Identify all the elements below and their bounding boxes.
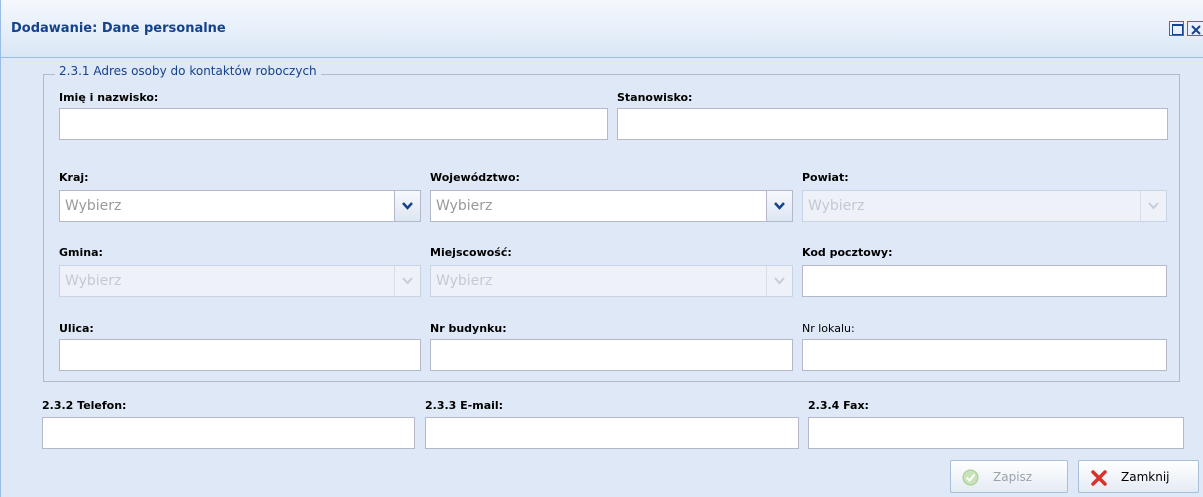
position-input[interactable] — [617, 108, 1168, 140]
building-number-input[interactable] — [430, 339, 793, 371]
country-label: Kraj: — [59, 171, 89, 184]
save-button-label: Zapisz — [993, 470, 1033, 484]
close-icon[interactable] — [1187, 21, 1203, 36]
dialog-titlebar[interactable]: Dodawanie: Dane personalne — [1, 0, 1203, 58]
email-input[interactable] — [425, 417, 799, 449]
building-number-label: Nr budynku: — [430, 322, 507, 335]
country-combo[interactable]: Wybierz — [59, 190, 421, 222]
locality-combo-value: Wybierz — [436, 273, 493, 289]
commune-combo-value: Wybierz — [65, 273, 122, 289]
chevron-down-icon[interactable] — [766, 191, 792, 221]
voivodeship-combo[interactable]: Wybierz — [430, 190, 793, 222]
maximize-icon[interactable] — [1169, 21, 1184, 36]
red-x-icon — [1090, 469, 1108, 490]
voivodeship-label: Województwo: — [430, 171, 520, 184]
fax-input[interactable] — [808, 417, 1184, 449]
locality-label: Miejscowość: — [430, 246, 512, 259]
county-combo-value: Wybierz — [808, 198, 865, 214]
chevron-down-icon — [394, 266, 420, 296]
chevron-down-icon[interactable] — [394, 191, 420, 221]
street-input[interactable] — [59, 339, 421, 371]
dialog-title: Dodawanie: Dane personalne — [11, 21, 226, 36]
position-label: Stanowisko: — [617, 91, 693, 104]
check-circle-icon — [962, 469, 979, 489]
phone-input[interactable] — [42, 417, 415, 449]
voivodeship-combo-value: Wybierz — [436, 198, 493, 214]
phone-label: 2.3.2 Telefon: — [42, 399, 127, 412]
commune-combo: Wybierz — [59, 265, 421, 297]
name-label: Imię i nazwisko: — [59, 91, 159, 104]
street-label: Ulica: — [59, 322, 94, 335]
postal-code-label: Kod pocztowy: — [802, 246, 893, 259]
postal-code-input[interactable] — [802, 265, 1167, 297]
apartment-number-label: Nr lokalu: — [802, 322, 855, 335]
close-button-label: Zamknij — [1121, 470, 1170, 484]
chevron-down-icon — [766, 266, 792, 296]
dialog-window: Dodawanie: Dane personalne 2.3.1 Adres o… — [0, 0, 1203, 497]
email-label: 2.3.3 E-mail: — [425, 399, 504, 412]
fax-label: 2.3.4 Fax: — [808, 399, 869, 412]
county-combo: Wybierz — [802, 190, 1167, 222]
fieldset-legend: 2.3.1 Adres osoby do kontaktów roboczych — [55, 64, 321, 78]
save-button[interactable]: Zapisz — [950, 460, 1068, 493]
commune-label: Gmina: — [59, 246, 103, 259]
chevron-down-icon — [1140, 191, 1166, 221]
county-label: Powiat: — [802, 171, 849, 184]
close-button[interactable]: Zamknij — [1078, 460, 1199, 493]
apartment-number-input[interactable] — [802, 339, 1167, 371]
name-input[interactable] — [59, 108, 608, 140]
country-combo-value: Wybierz — [65, 198, 122, 214]
locality-combo: Wybierz — [430, 265, 793, 297]
